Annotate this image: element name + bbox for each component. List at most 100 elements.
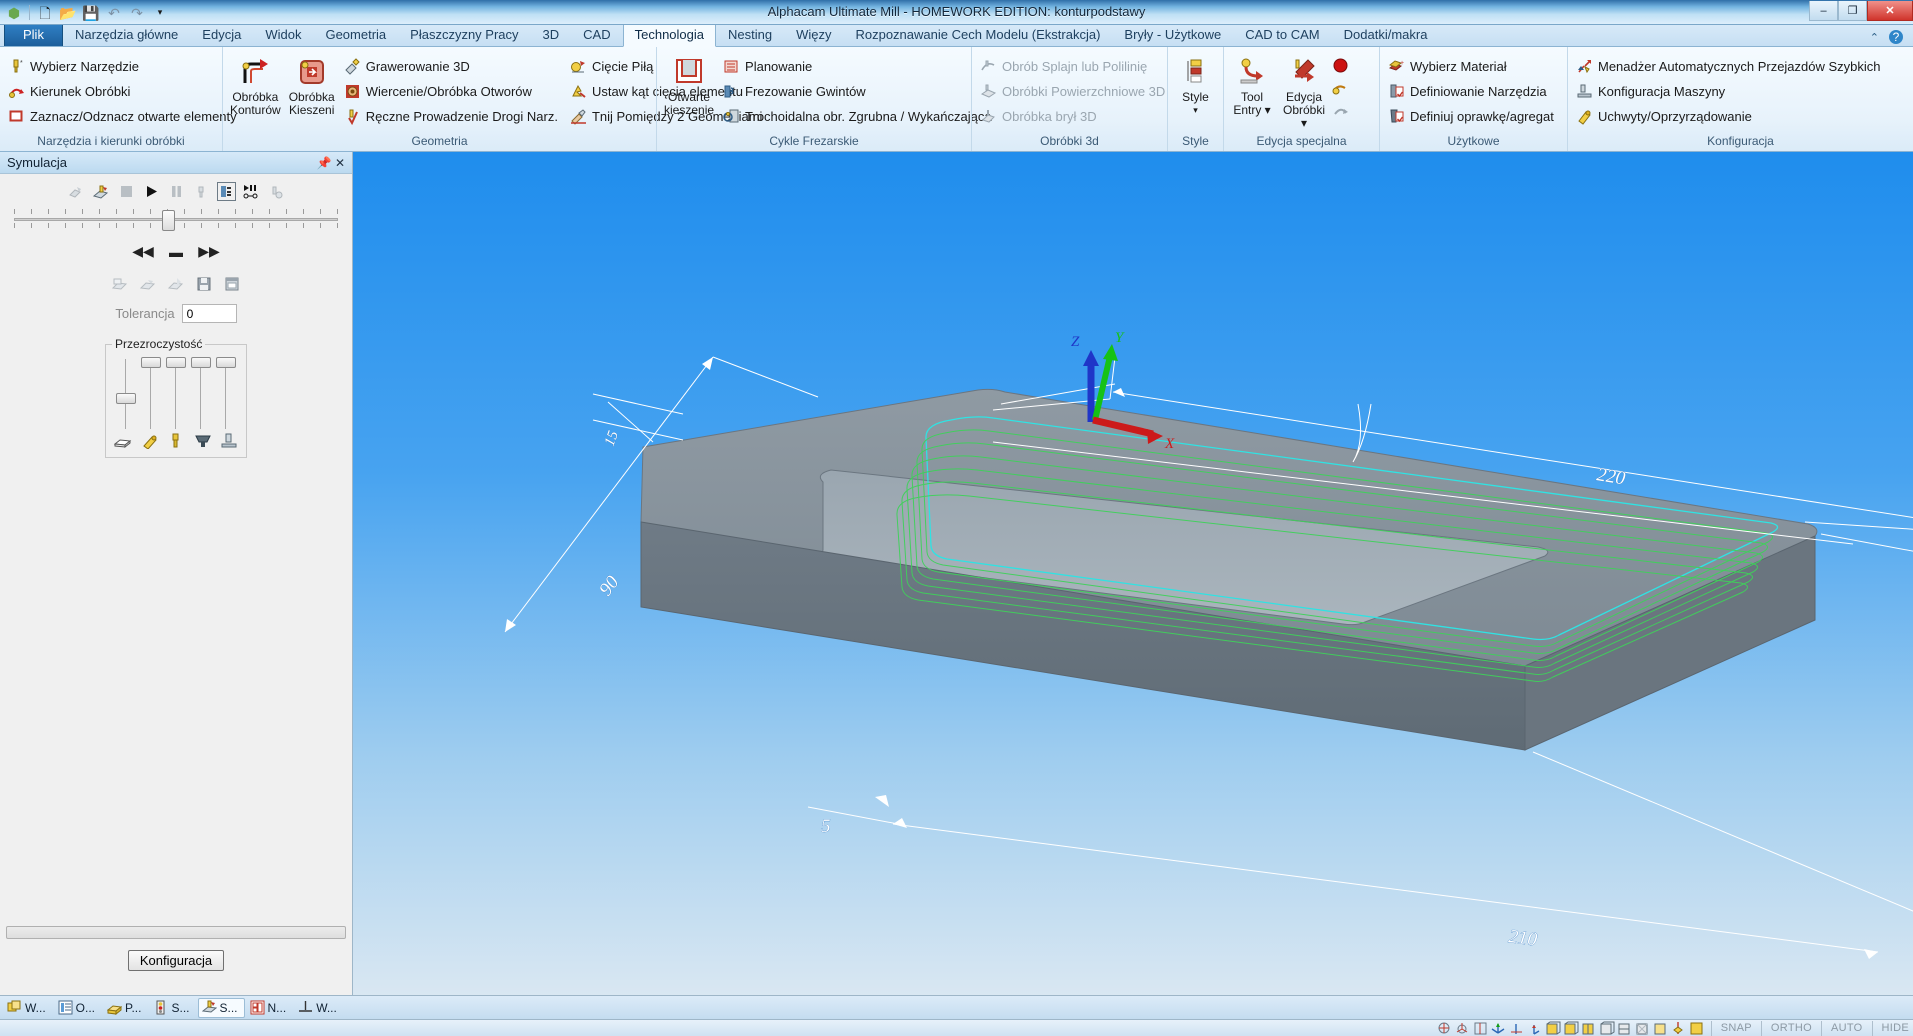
ribbon-item-definiuj-oprawke[interactable]: Definiuj oprawkę/agregat xyxy=(1384,105,1560,128)
ribbon-item-uchwyty[interactable]: Uchwyty/Oprzyrządowanie xyxy=(1572,105,1887,128)
ribbon-item-planowanie[interactable]: Planowanie xyxy=(719,55,998,78)
slider-thumb[interactable] xyxy=(116,393,136,404)
timeline-thumb[interactable] xyxy=(161,210,175,231)
view-box-2-icon[interactable] xyxy=(1562,1021,1579,1036)
ribbon-item-frezowanie-gwintow[interactable]: Frezowanie Gwintów xyxy=(719,80,998,103)
tab-plik[interactable]: Plik xyxy=(4,24,63,46)
transparency-tool-slider[interactable] xyxy=(166,357,186,429)
timeline-track[interactable] xyxy=(14,210,338,231)
reverse-icon[interactable] xyxy=(1332,103,1349,120)
transparency-machine-slider[interactable] xyxy=(216,357,236,429)
ribbon-item-wiercenie[interactable]: Wiercenie/Obróbka Otworów xyxy=(340,80,564,103)
taskbar-button-0[interactable]: W... xyxy=(3,998,53,1018)
ribbon-item-reczne-prowadzenie[interactable]: Ręczne Prowadzenie Drogi Narz. xyxy=(340,105,564,128)
transparency-fixture-slider[interactable] xyxy=(141,357,161,429)
sim-open-model-icon[interactable] xyxy=(111,274,130,293)
sim-compare-icon[interactable] xyxy=(139,274,158,293)
tab-widok[interactable]: Widok xyxy=(253,24,313,46)
ribbon-item-powierzchniowe-3d[interactable]: Obróbki Powierzchniowe 3D xyxy=(976,80,1171,103)
sim-tool-icon[interactable] xyxy=(192,182,211,201)
seek-back-icon[interactable]: ◀◀ xyxy=(132,242,154,261)
tab-cad[interactable]: CAD xyxy=(571,24,622,46)
slider-thumb[interactable] xyxy=(141,357,161,368)
status-toggle-ortho[interactable]: ORTHO xyxy=(1760,1020,1821,1036)
app-menu-icon[interactable]: ⬢ xyxy=(4,3,24,23)
status-toggle-snap[interactable]: SNAP xyxy=(1710,1020,1761,1036)
ribbon-item-konfiguracja-maszyny[interactable]: Konfiguracja Maszyny xyxy=(1572,80,1887,103)
tab-bryly[interactable]: Bryły - Użytkowe xyxy=(1112,24,1233,46)
ribbon-button-tool-entry[interactable]: Tool Entry ▾ xyxy=(1228,52,1276,121)
transparency-holder-slider[interactable] xyxy=(191,357,211,429)
new-file-icon[interactable]: 🗋 xyxy=(35,3,55,23)
sim-pause-icon[interactable] xyxy=(167,182,186,201)
sim-step-list-icon[interactable] xyxy=(216,182,236,201)
view-origin-ic on[interactable] xyxy=(1670,1021,1687,1036)
taskbar-button-4[interactable]: S... xyxy=(197,997,245,1018)
tab-3d[interactable]: 3D xyxy=(531,24,572,46)
view-shade-icon[interactable] xyxy=(1688,1021,1705,1036)
view-box-1-icon[interactable] xyxy=(1544,1021,1561,1036)
tolerance-input[interactable] xyxy=(181,304,237,323)
sim-report-icon[interactable] xyxy=(223,274,242,293)
ribbon-button-obrobka-konturow[interactable]: Obróbka Konturów xyxy=(227,52,284,121)
sim-play-icon[interactable] xyxy=(142,182,161,201)
ribbon-item-grawerowanie-3d[interactable]: Grawerowanie 3D xyxy=(340,55,564,78)
tab-narzedzia[interactable]: Narzędzia główne xyxy=(63,24,190,46)
ribbon-button-edycja-obrobki[interactable]: Edycja Obróbki ▾ xyxy=(1278,52,1330,134)
close-icon[interactable]: ✕ xyxy=(332,155,348,171)
ribbon-item-wybierz-material[interactable]: + Wybierz Materiał xyxy=(1384,55,1560,78)
restore-button[interactable]: ❐ xyxy=(1838,1,1867,21)
view-box-7-icon[interactable] xyxy=(1652,1021,1669,1036)
slider-thumb[interactable] xyxy=(191,357,211,368)
tab-edycja[interactable]: Edycja xyxy=(190,24,253,46)
customize-qat-icon[interactable]: ▾ xyxy=(150,3,170,23)
sim-stop-icon[interactable] xyxy=(117,182,136,201)
taskbar-button-6[interactable]: W... xyxy=(294,998,344,1018)
ribbon-button-style[interactable]: Style ▾ xyxy=(1172,52,1219,121)
tab-wiezy[interactable]: Więzy xyxy=(784,24,843,46)
taskbar-button-2[interactable]: P... xyxy=(103,998,148,1018)
view-axis-xy-icon[interactable] xyxy=(1490,1021,1507,1036)
tool-change-icon[interactable] xyxy=(1332,80,1349,97)
tab-cad-to-cam[interactable]: CAD to CAM xyxy=(1233,24,1331,46)
view-box-6-icon[interactable] xyxy=(1634,1021,1651,1036)
taskbar-button-1[interactable]: O... xyxy=(54,998,102,1018)
ribbon-button-dropdown-arrow[interactable]: ▾ xyxy=(1193,104,1198,117)
tab-technologia[interactable]: Technologia xyxy=(622,24,716,47)
sim-export-icon[interactable] xyxy=(167,274,186,293)
slider-thumb[interactable] xyxy=(216,357,236,368)
slider-thumb[interactable] xyxy=(166,357,186,368)
view-axis-z-icon[interactable] xyxy=(1508,1021,1525,1036)
view-dimetric-icon[interactable] xyxy=(1454,1021,1471,1036)
sim-solid-simulate-icon[interactable] xyxy=(92,182,111,201)
taskbar-button-5[interactable]: N... xyxy=(246,998,294,1018)
config-button[interactable]: Konfiguracja xyxy=(127,950,225,971)
view-box-3-icon[interactable] xyxy=(1580,1021,1597,1036)
taskbar-button-3[interactable]: S... xyxy=(149,998,196,1018)
undo-icon[interactable]: ↶ xyxy=(104,3,124,23)
save-icon[interactable]: 💾 xyxy=(81,3,101,23)
open-file-icon[interactable]: 📂 xyxy=(58,3,78,23)
minimize-button[interactable]: – xyxy=(1809,1,1838,21)
close-button[interactable]: ✕ xyxy=(1867,1,1913,21)
view-front-icon[interactable] xyxy=(1472,1021,1489,1036)
redo-icon[interactable]: ↷ xyxy=(127,3,147,23)
ribbon-button-obrobka-kieszeni[interactable]: Obróbka Kieszeni xyxy=(286,52,338,121)
status-toggle-auto[interactable]: AUTO xyxy=(1820,1020,1872,1036)
seek-forward-icon[interactable]: ▶▶ xyxy=(198,242,220,261)
ribbon-item-zaznacz-otwarte[interactable]: Zaznacz/Odznacz otwarte elementy xyxy=(4,105,243,128)
ribbon-button-otwarte-kieszenie[interactable]: Otwarte kieszenie xyxy=(661,52,717,121)
view-box-4-icon[interactable] xyxy=(1598,1021,1615,1036)
view-axis-zx-icon[interactable] xyxy=(1526,1021,1543,1036)
help-icon[interactable]: ? xyxy=(1889,30,1903,44)
transparency-stock-slider[interactable] xyxy=(116,357,136,429)
status-toggle-hide[interactable]: HIDE xyxy=(1871,1020,1913,1036)
tab-dodatki[interactable]: Dodatki/makra xyxy=(1332,24,1440,46)
ribbon-item-menadzer-przejazdow[interactable]: Menadżer Automatycznych Przejazdów Szybk… xyxy=(1572,55,1887,78)
collapse-ribbon-icon[interactable]: ⌃ xyxy=(1870,31,1879,44)
3d-viewport[interactable]: 220 210 100 90 5 15 Z Y X xyxy=(353,152,1913,995)
seek-stop-icon[interactable]: ▬ xyxy=(167,242,186,261)
tab-rozpoznawanie[interactable]: Rozpoznawanie Cech Modelu (Ekstrakcja) xyxy=(843,24,1112,46)
ribbon-item-obrob-splajn[interactable]: Obrób Splajn lub Polilinię xyxy=(976,55,1171,78)
record-red-icon[interactable] xyxy=(1332,57,1349,74)
